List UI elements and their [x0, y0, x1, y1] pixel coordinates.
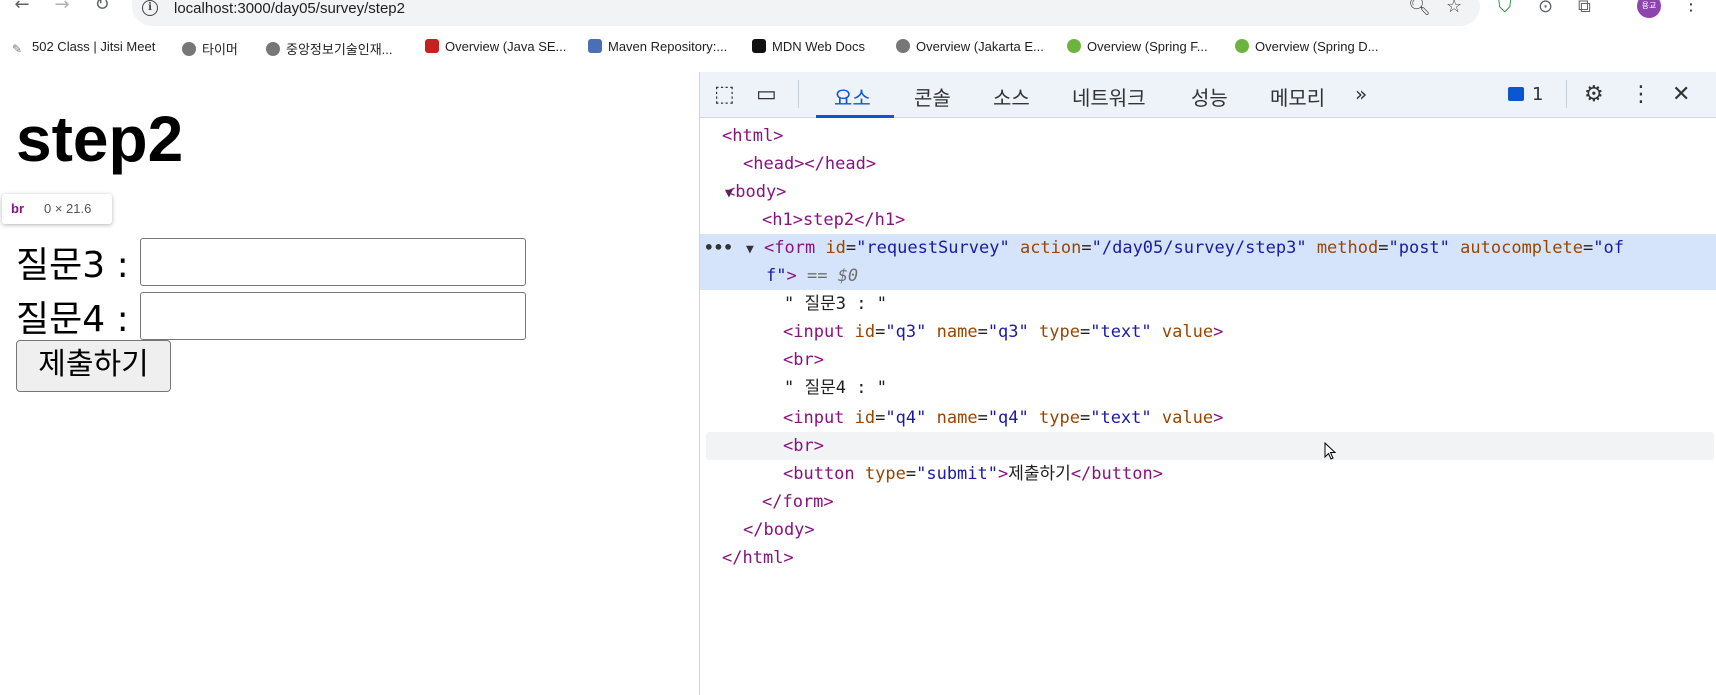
element-inspect-tooltip: br 0 × 21.6: [2, 194, 112, 224]
page-viewport: step2 br 0 × 21.6 질문3 : 질문4 : 제출하기: [0, 72, 699, 695]
globe-icon: [182, 42, 196, 56]
forward-icon[interactable]: →: [50, 0, 74, 15]
dom-node[interactable]: </body>: [700, 516, 1716, 544]
q3-input[interactable]: [140, 238, 526, 286]
bookmark-item[interactable]: Overview (Spring F...: [1067, 39, 1208, 54]
devtools-tabbar: ⬚ ▭ 요소 콘솔 소스 네트워크 성능 메모리 » 1 ⚙ ⋮ ✕: [700, 72, 1716, 118]
chrome-menu-icon[interactable]: ⋮: [1682, 0, 1700, 15]
shield-extension-icon[interactable]: ⛉: [1498, 0, 1512, 17]
mdn-icon: [752, 39, 766, 53]
devtools-menu-icon[interactable]: ⋮: [1630, 82, 1652, 107]
divider: [1566, 80, 1567, 108]
dom-node[interactable]: <html>: [700, 122, 1716, 150]
bookmark-item[interactable]: MDN Web Docs: [752, 39, 865, 54]
q4-label: 질문4 :: [16, 299, 129, 340]
tab-console[interactable]: 콘솔: [914, 82, 951, 111]
tab-sources[interactable]: 소스: [993, 82, 1030, 111]
dom-node-hovered[interactable]: <br>: [706, 432, 1714, 460]
dom-node[interactable]: <h1>step2</h1>: [700, 206, 1716, 234]
expand-triangle-icon[interactable]: ▼: [746, 236, 764, 264]
more-icon[interactable]: •••: [704, 234, 733, 262]
url-text[interactable]: localhost:3000/day05/survey/step2: [174, 0, 405, 17]
dom-node-selected[interactable]: ••• ▼ <form id="requestSurvey" action="/d…: [700, 234, 1716, 290]
spring-icon: [1235, 39, 1249, 53]
maven-icon: [588, 39, 602, 53]
dom-node[interactable]: <head></head>: [700, 150, 1716, 178]
dom-node[interactable]: <input id="q4" name="q4" type="text" val…: [700, 404, 1716, 432]
dom-node[interactable]: <br>: [700, 346, 1716, 374]
message-icon: [1508, 87, 1524, 101]
close-icon[interactable]: ✕: [1672, 82, 1690, 107]
dom-node[interactable]: </form>: [700, 488, 1716, 516]
issues-button[interactable]: 1: [1508, 84, 1543, 105]
site-info-icon[interactable]: i: [142, 0, 158, 16]
dom-node[interactable]: " 질문3 : ": [700, 290, 1716, 318]
dom-node[interactable]: " 질문4 : ": [700, 374, 1716, 402]
dom-node[interactable]: </html>: [700, 544, 1716, 572]
devtools-panel: ⬚ ▭ 요소 콘솔 소스 네트워크 성능 메모리 » 1 ⚙ ⋮ ✕ <html…: [699, 72, 1716, 695]
avatar[interactable]: 용교: [1637, 0, 1661, 18]
divider: [798, 80, 799, 108]
back-icon[interactable]: ←: [10, 0, 34, 15]
pen-icon: ✎: [12, 42, 23, 56]
page-title: step2: [16, 103, 184, 175]
puzzle-icon[interactable]: ⧉: [1578, 0, 1591, 17]
spring-icon: [1067, 39, 1081, 53]
q4-input[interactable]: [140, 292, 526, 340]
bookmark-item[interactable]: Overview (Spring D...: [1235, 39, 1379, 54]
reload-icon[interactable]: ↻: [90, 0, 114, 15]
bookmarks-bar: ✎ 502 Class | Jitsi Meet 타이머 중앙정보기술인재... …: [0, 34, 1716, 64]
extension-icon[interactable]: ⊙: [1538, 0, 1553, 17]
expand-triangle-icon[interactable]: ▼: [700, 180, 733, 208]
bookmark-item[interactable]: 중앙정보기술인재...: [266, 39, 393, 58]
bookmark-item[interactable]: Overview (Java SE...: [425, 39, 566, 54]
address-bar[interactable]: i localhost:3000/day05/survey/step2 🔍︎ ☆: [132, 0, 1480, 26]
settings-gear-icon[interactable]: ⚙: [1584, 82, 1604, 107]
dom-node[interactable]: <button type="submit">제출하기</button>: [700, 460, 1716, 488]
dom-node[interactable]: <input id="q3" name="q3" type="text" val…: [700, 318, 1716, 346]
inspect-element-icon[interactable]: ⬚: [714, 82, 735, 107]
oracle-icon: [425, 39, 439, 53]
bookmark-item[interactable]: ✎ 502 Class | Jitsi Meet: [12, 39, 155, 56]
bookmark-item[interactable]: 타이머: [182, 39, 238, 58]
dom-tree: <html> <head></head> ▼<body> <h1>step2</…: [700, 118, 1716, 695]
tab-elements[interactable]: 요소: [834, 82, 871, 111]
device-toolbar-icon[interactable]: ▭: [756, 82, 777, 107]
globe-icon: [896, 39, 910, 53]
tab-network[interactable]: 네트워크: [1072, 82, 1146, 111]
mouse-cursor-icon: [1324, 442, 1336, 460]
zoom-icon[interactable]: 🔍︎: [1408, 0, 1431, 17]
submit-button[interactable]: 제출하기: [16, 340, 171, 392]
bookmark-star-icon[interactable]: ☆: [1446, 0, 1462, 17]
bookmark-item[interactable]: Maven Repository:...: [588, 39, 727, 54]
globe-icon: [266, 42, 280, 56]
bookmark-item[interactable]: Overview (Jakarta E...: [896, 39, 1044, 54]
more-tabs-icon[interactable]: »: [1355, 82, 1367, 106]
tab-memory[interactable]: 메모리: [1270, 82, 1325, 111]
q3-label: 질문3 :: [16, 245, 129, 286]
dom-node[interactable]: ▼<body>: [700, 178, 1716, 206]
browser-toolbar: ← → ↻ i localhost:3000/day05/survey/step…: [0, 0, 1716, 30]
tab-performance[interactable]: 성능: [1191, 82, 1228, 111]
